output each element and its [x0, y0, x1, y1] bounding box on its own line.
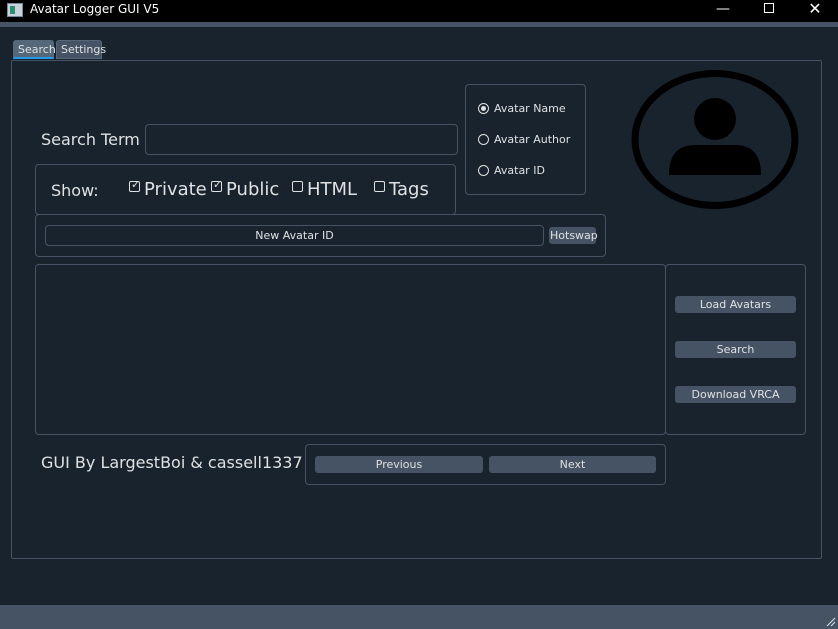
maximize-icon: [764, 3, 774, 13]
checkbox-html[interactable]: HTML: [292, 179, 357, 200]
credits-label: GUI By LargestBoi & cassell1337: [41, 453, 303, 472]
radio-label: Avatar Name: [494, 102, 566, 115]
unchecked-icon: [292, 181, 303, 192]
radio-label: Avatar ID: [494, 164, 545, 177]
checkbox-label: Tags: [389, 179, 429, 200]
title-bar: Avatar Logger GUI V5 — ✕: [0, 0, 838, 22]
checkbox-label: HTML: [307, 179, 358, 200]
checked-icon: [129, 178, 140, 192]
checkbox-private[interactable]: Private: [129, 178, 207, 200]
tab-search[interactable]: Search: [13, 40, 56, 59]
show-label: Show:: [51, 181, 99, 200]
status-bar: [0, 605, 838, 629]
tab-settings[interactable]: Settings: [56, 40, 106, 59]
checkbox-label: Public: [226, 179, 280, 200]
search-term-input[interactable]: [145, 124, 458, 155]
radio-avatar-author[interactable]: Avatar Author: [478, 133, 570, 146]
search-term-label: Search Term: [41, 130, 140, 149]
close-button[interactable]: ✕: [792, 0, 838, 22]
previous-button[interactable]: Previous: [315, 456, 483, 473]
window-title: Avatar Logger GUI V5: [30, 2, 160, 16]
checkbox-tags[interactable]: Tags: [374, 179, 429, 200]
resize-grip-icon[interactable]: [826, 617, 836, 627]
load-avatars-button[interactable]: Load Avatars: [675, 296, 796, 313]
checkbox-public[interactable]: Public: [211, 178, 280, 200]
menu-strip: [0, 22, 838, 27]
checked-icon: [211, 178, 222, 192]
hotswap-button[interactable]: Hotswap: [549, 227, 598, 244]
user-placeholder-icon: [631, 70, 799, 209]
radio-selected-icon: [478, 103, 489, 114]
search-button[interactable]: Search: [675, 341, 796, 358]
radio-avatar-name[interactable]: Avatar Name: [478, 102, 566, 115]
minimize-button[interactable]: —: [700, 0, 746, 22]
unchecked-icon: [374, 181, 385, 192]
next-button[interactable]: Next: [489, 456, 656, 473]
radio-avatar-id[interactable]: Avatar ID: [478, 164, 545, 177]
download-vrca-button[interactable]: Download VRCA: [675, 386, 796, 403]
results-list[interactable]: [35, 264, 666, 435]
new-avatar-id-input[interactable]: New Avatar ID: [45, 225, 544, 246]
radio-unselected-icon: [478, 134, 489, 145]
app-icon: [7, 3, 23, 17]
radio-label: Avatar Author: [494, 133, 571, 146]
radio-unselected-icon: [478, 165, 489, 176]
checkbox-label: Private: [144, 179, 207, 200]
maximize-button[interactable]: [746, 0, 792, 22]
